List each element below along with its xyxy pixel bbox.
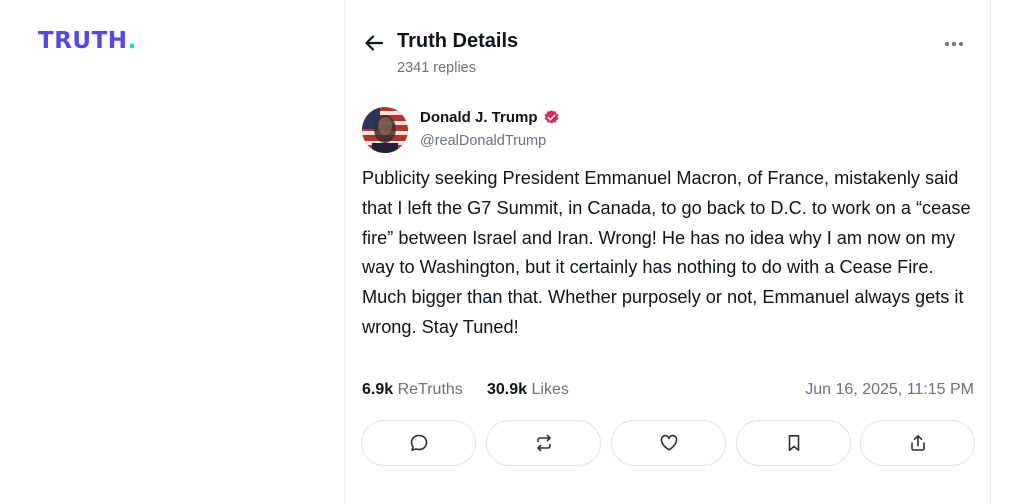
- verified-badge-icon: [544, 110, 558, 124]
- author-name[interactable]: Donald J. Trump: [420, 109, 538, 126]
- retruths-count: 6.9k: [362, 381, 394, 398]
- truth-logo[interactable]: TRUTH.: [38, 28, 137, 54]
- bookmark-button[interactable]: [736, 420, 851, 466]
- retruth-button[interactable]: [486, 420, 601, 466]
- like-button[interactable]: [611, 420, 726, 466]
- retruths-label: ReTruths: [397, 381, 463, 398]
- post-timestamp: Jun 16, 2025, 11:15 PM: [805, 381, 974, 398]
- avatar-image: [362, 107, 408, 153]
- likes-label: Likes: [531, 381, 569, 398]
- reply-count: 2341 replies: [397, 60, 476, 76]
- page-title: Truth Details: [397, 30, 519, 52]
- reply-button[interactable]: [361, 420, 476, 466]
- logo-text: TRUTH: [38, 28, 128, 54]
- arrow-left-icon: [365, 35, 384, 51]
- back-button[interactable]: [363, 32, 385, 54]
- share-icon: [910, 435, 925, 451]
- post-text: Publicity seeking President Emmanuel Mac…: [362, 168, 971, 337]
- page-header: Truth Details 2341 replies: [363, 30, 973, 82]
- likes-stat[interactable]: 30.9k Likes: [487, 381, 569, 399]
- more-horizontal-icon: [945, 42, 963, 46]
- post-author: Donald J. Trump @realDonaldTrump: [362, 107, 762, 153]
- reply-icon: [410, 434, 427, 451]
- likes-count: 30.9k: [487, 381, 528, 398]
- author-name-row: Donald J. Trump: [420, 109, 560, 126]
- author-handle[interactable]: @realDonaldTrump: [420, 133, 546, 149]
- avatar[interactable]: [362, 107, 408, 153]
- post-detail-column: Truth Details 2341 replies Donald J. Tru: [344, 0, 991, 504]
- share-button[interactable]: [860, 420, 975, 466]
- post-stats: 6.9k ReTruths 30.9k Likes Jun 16, 2025, …: [362, 381, 974, 403]
- post-actions: [361, 420, 975, 466]
- more-options-button[interactable]: [941, 34, 967, 54]
- retruths-stat[interactable]: 6.9k ReTruths: [362, 381, 463, 399]
- logo-dot: .: [127, 28, 137, 54]
- bookmark-icon: [788, 435, 799, 451]
- retruth-icon: [536, 434, 551, 452]
- like-icon: [660, 434, 677, 451]
